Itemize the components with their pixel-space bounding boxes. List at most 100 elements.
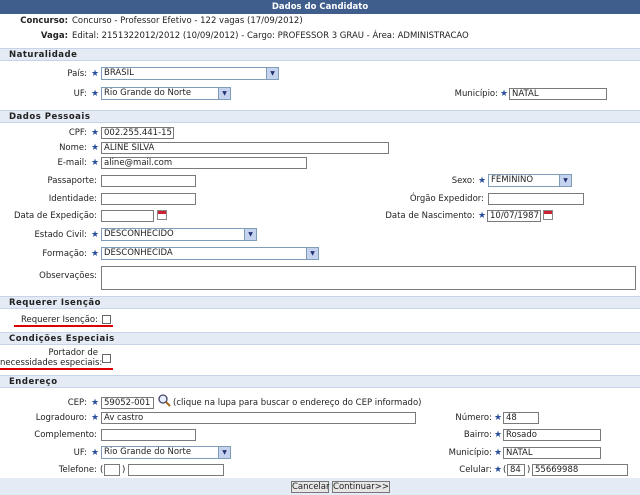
calendar-icon[interactable] <box>543 210 553 220</box>
required-marker: ★ <box>91 158 100 168</box>
uf-label: UF: <box>73 89 87 99</box>
search-icon[interactable] <box>157 393 171 407</box>
nome-input[interactable]: ALINE SILVA <box>101 142 389 154</box>
municipio-label: Município: <box>454 89 498 99</box>
email-input[interactable]: aline@mail.com <box>101 157 307 169</box>
section-endereco: Endereço <box>0 375 640 388</box>
complemento-label: Complemento: <box>34 430 97 440</box>
complemento-input[interactable] <box>101 429 196 441</box>
page-title: Dados do Candidato <box>0 0 640 14</box>
numero-label: Número: <box>455 413 492 423</box>
chevron-down-icon: ▼ <box>559 175 571 186</box>
paren-open: ( <box>503 465 507 475</box>
endereco-municipio-label: Município: <box>448 448 492 458</box>
email-label: E-mail: <box>57 158 87 168</box>
endereco-municipio-input[interactable]: NATAL <box>503 447 601 459</box>
cep-label: CEP: <box>67 398 87 408</box>
telefone-input[interactable] <box>128 464 224 476</box>
required-marker: ★ <box>500 89 509 99</box>
especiais-checkbox[interactable] <box>102 354 111 363</box>
vaga-row: Vaga: Edital: 2151322012/2012 (10/09/2012… <box>0 29 640 43</box>
endereco-uf-select[interactable]: Rio Grande do Norte ▼ <box>101 446 231 459</box>
concurso-label: Concurso: <box>20 16 68 26</box>
pais-label: País: <box>67 69 87 79</box>
orgao-label: Órgão Expedidor: <box>409 194 484 204</box>
paren-close: ) <box>122 465 126 475</box>
celular-label: Celular: <box>459 465 492 475</box>
required-marker: ★ <box>494 430 503 440</box>
required-marker: ★ <box>494 465 503 475</box>
especiais-label-line2: necessidades especiais: <box>0 358 103 368</box>
estado-civil-label: Estado Civil: <box>34 230 87 240</box>
formacao-value: DESCONHECIDA <box>104 248 173 258</box>
highlight-underline <box>0 368 113 370</box>
uf-select[interactable]: Rio Grande do Norte ▼ <box>101 87 231 100</box>
required-marker: ★ <box>91 413 100 423</box>
continue-button[interactable]: Continuar>> <box>332 481 390 493</box>
required-marker: ★ <box>91 89 100 99</box>
required-marker: ★ <box>494 448 503 458</box>
chevron-down-icon: ▼ <box>218 88 230 99</box>
endereco-uf-value: Rio Grande do Norte <box>104 447 192 457</box>
nome-label: Nome: <box>59 143 87 153</box>
celular-ddd-input[interactable]: 84 <box>507 464 525 476</box>
required-marker: ★ <box>91 69 100 79</box>
identidade-label: Identidade: <box>48 194 97 204</box>
chevron-down-icon: ▼ <box>306 248 318 259</box>
required-marker: ★ <box>494 413 503 423</box>
concurso-value: Concurso - Professor Efetivo - 122 vagas… <box>72 16 303 26</box>
cancel-button[interactable]: Cancelar <box>291 481 330 493</box>
formacao-select[interactable]: DESCONHECIDA ▼ <box>101 247 319 260</box>
orgao-input[interactable] <box>488 193 584 205</box>
estado-civil-select[interactable]: DESCONHECIDO ▼ <box>101 228 257 241</box>
identidade-input[interactable] <box>101 193 196 205</box>
municipio-input[interactable]: NATAL <box>509 88 607 100</box>
celular-input[interactable]: 55669988 <box>532 464 628 476</box>
cpf-input[interactable]: 002.255.441-15 <box>101 127 174 139</box>
section-isencao: Requerer Isenção <box>0 296 640 309</box>
passaporte-input[interactable] <box>101 175 196 187</box>
paren-open: ( <box>100 465 104 475</box>
formacao-label: Formação: <box>42 249 87 259</box>
pais-select[interactable]: BRASIL ▼ <box>101 67 279 80</box>
required-marker: ★ <box>478 211 487 221</box>
estado-civil-value: DESCONHECIDO <box>104 229 174 239</box>
logradouro-input[interactable]: Av castro <box>101 412 416 424</box>
telefone-ddd-input[interactable] <box>104 464 120 476</box>
sexo-value: FEMININO <box>491 175 534 185</box>
endereco-uf-label: UF: <box>73 448 87 458</box>
bairro-input[interactable]: Rosado <box>503 429 601 441</box>
cep-input[interactable]: 59052-001 <box>101 397 154 409</box>
isencao-checkbox[interactable] <box>102 315 111 324</box>
expedicao-label: Data de Expedição: <box>13 211 97 221</box>
calendar-icon[interactable] <box>157 210 167 220</box>
telefone-label: Telefone: <box>58 465 97 475</box>
required-marker: ★ <box>91 448 100 458</box>
observacoes-textarea[interactable] <box>101 266 636 290</box>
sexo-select[interactable]: FEMININO ▼ <box>488 174 572 187</box>
pais-value: BRASIL <box>104 68 134 78</box>
especiais-label-line1: Portador de <box>48 348 98 358</box>
vaga-label: Vaga: <box>40 31 68 41</box>
section-naturalidade: Naturalidade <box>0 48 640 61</box>
sexo-label: Sexo: <box>451 176 475 186</box>
required-marker: ★ <box>91 249 100 259</box>
expedicao-input[interactable] <box>101 210 154 222</box>
bairro-label: Bairro: <box>463 430 492 440</box>
required-marker: ★ <box>91 398 100 408</box>
chevron-down-icon: ▼ <box>266 68 278 79</box>
required-marker: ★ <box>91 128 100 138</box>
logradouro-label: Logradouro: <box>35 413 87 423</box>
concurso-row: Concurso: Concurso - Professor Efetivo - … <box>0 14 640 28</box>
chevron-down-icon: ▼ <box>244 229 256 240</box>
paren-close: ) <box>527 465 531 475</box>
numero-input[interactable]: 48 <box>503 412 539 424</box>
chevron-down-icon: ▼ <box>218 447 230 458</box>
uf-value: Rio Grande do Norte <box>104 88 192 98</box>
nascimento-label: Data de Nascimento: <box>385 211 475 221</box>
required-marker: ★ <box>478 176 487 186</box>
nascimento-input[interactable]: 10/07/1987 <box>487 210 541 222</box>
cpf-label: CPF: <box>68 128 87 138</box>
required-marker: ★ <box>91 143 100 153</box>
section-condicoes-especiais: Condições Especiais <box>0 332 640 345</box>
